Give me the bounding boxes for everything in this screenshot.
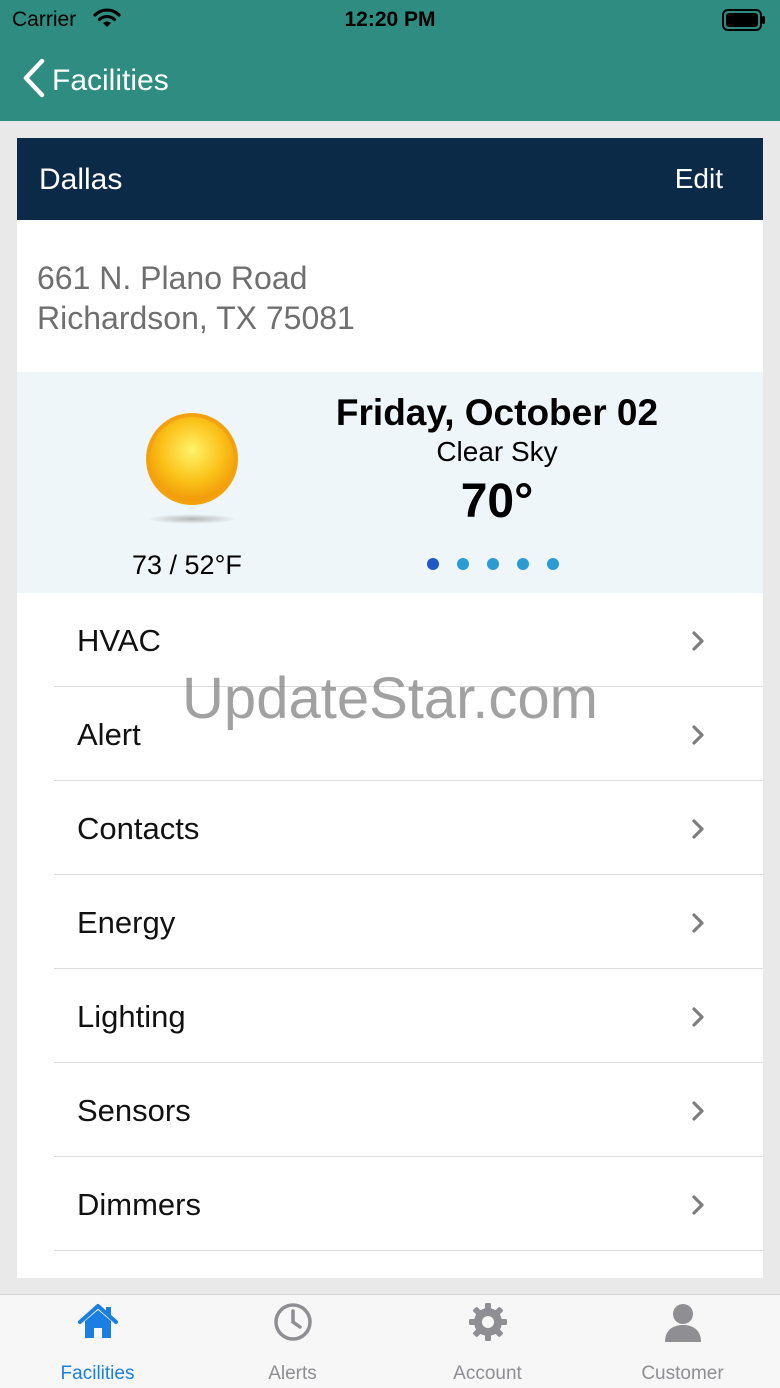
page-dot[interactable]: [487, 558, 499, 570]
address-line-2: Richardson, TX 75081: [37, 300, 355, 336]
facility-menu: HVAC Alert Contacts Energy Lighting Sens…: [17, 593, 763, 1251]
page-indicator[interactable]: [427, 558, 559, 570]
facility-address: 661 N. Plano Road Richardson, TX 75081: [37, 258, 355, 338]
back-label: Facilities: [52, 63, 169, 97]
chevron-right-icon: [691, 1194, 705, 1221]
tab-alerts[interactable]: Alerts: [195, 1295, 390, 1388]
menu-item-label: Lighting: [77, 999, 186, 1034]
chevron-right-icon: [691, 1100, 705, 1127]
clock-icon: [195, 1300, 390, 1349]
tab-label: Account: [453, 1363, 522, 1384]
facility-name: Dallas: [39, 163, 123, 196]
page-dot[interactable]: [427, 558, 439, 570]
status-bar: Carrier 12:20 PM: [0, 0, 780, 40]
menu-item-label: Energy: [77, 905, 176, 940]
person-icon: [585, 1300, 780, 1349]
menu-item-label: Dimmers: [77, 1187, 201, 1222]
chevron-right-icon: [691, 912, 705, 939]
page-dot[interactable]: [517, 558, 529, 570]
weather-day: Friday, October 02: [335, 392, 659, 433]
menu-item-label: HVAC: [77, 623, 161, 658]
temperature-range: 73 / 52°F: [132, 550, 242, 580]
chevron-left-icon: [20, 58, 46, 103]
menu-item-contacts[interactable]: Contacts: [17, 781, 763, 875]
tab-customer[interactable]: Customer: [585, 1295, 780, 1388]
tab-label: Facilities: [60, 1363, 135, 1384]
chevron-right-icon: [691, 1006, 705, 1033]
facility-card: Dallas Edit 661 N. Plano Road Richardson…: [17, 138, 763, 1278]
page-dot[interactable]: [547, 558, 559, 570]
weather-panel[interactable]: 73 / 52°F Friday, October 02 Clear Sky 7…: [17, 372, 763, 593]
weather-condition: Clear Sky: [436, 436, 558, 467]
edit-button[interactable]: Edit: [675, 163, 723, 195]
chevron-right-icon: [691, 818, 705, 845]
menu-item-hvac[interactable]: HVAC: [17, 593, 763, 687]
page-dot[interactable]: [457, 558, 469, 570]
gear-icon: [390, 1300, 585, 1349]
menu-item-label: Sensors: [77, 1093, 191, 1128]
menu-item-energy[interactable]: Energy: [17, 875, 763, 969]
address-line-1: 661 N. Plano Road: [37, 260, 308, 296]
back-button[interactable]: Facilities: [20, 58, 169, 103]
status-time: 12:20 PM: [344, 8, 436, 31]
menu-item-sensors[interactable]: Sensors: [17, 1063, 763, 1157]
menu-item-label: Contacts: [77, 811, 200, 846]
tab-facilities[interactable]: Facilities: [0, 1295, 195, 1388]
home-icon: [0, 1300, 195, 1349]
tab-account[interactable]: Account: [390, 1295, 585, 1388]
current-temperature: 70°: [460, 475, 534, 528]
menu-item-alert[interactable]: Alert: [17, 687, 763, 781]
tab-label: Alerts: [268, 1363, 317, 1384]
menu-item-label: Alert: [77, 717, 141, 752]
card-header: Dallas Edit: [17, 138, 763, 220]
menu-item-dimmers[interactable]: Dimmers: [17, 1157, 763, 1251]
tab-label: Customer: [641, 1363, 724, 1384]
sun-icon: [142, 412, 242, 532]
chevron-right-icon: [691, 724, 705, 751]
battery-icon: [722, 9, 766, 36]
nav-bar: Facilities: [0, 40, 780, 121]
menu-item-lighting[interactable]: Lighting: [17, 969, 763, 1063]
chevron-right-icon: [691, 630, 705, 657]
tab-bar: Facilities Alerts Account Customer: [0, 1294, 780, 1388]
